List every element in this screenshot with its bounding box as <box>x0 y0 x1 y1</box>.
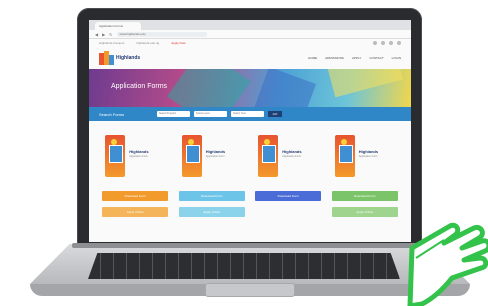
hero-decoration <box>251 69 317 107</box>
reload-icon[interactable]: ↻ <box>109 32 112 37</box>
menu-item-home[interactable]: HOME <box>308 56 317 60</box>
browser-address-bar: ◀ ▶ ↻ www.highlands.edu <box>89 30 411 39</box>
menu-item-contact[interactable]: CONTACT <box>369 56 383 60</box>
year-select[interactable]: Select Year <box>231 111 264 117</box>
form-card[interactable]: Highlands Application Form <box>181 135 242 185</box>
search-label: Search Forms <box>99 111 125 117</box>
hero-banner: Application Forms <box>89 69 411 107</box>
alert-link[interactable]: Apply Now <box>171 41 185 45</box>
social-icons <box>373 41 401 45</box>
apply-online-button[interactable]: Apply Online <box>178 207 245 217</box>
site-header: Highlands HOME ADMISSIONS APPLY CONTACT … <box>89 47 411 69</box>
social-icon[interactable] <box>373 41 377 45</box>
button-row: Apply Online Apply Online Apply Online <box>89 201 411 217</box>
hero-decoration <box>325 69 403 98</box>
download-form-button[interactable]: Download Form <box>178 191 245 201</box>
forward-icon[interactable]: ▶ <box>102 32 105 37</box>
menu-item-admissions[interactable]: ADMISSIONS <box>325 56 344 60</box>
back-icon[interactable]: ◀ <box>95 32 98 37</box>
brochure-image <box>334 135 355 177</box>
menu-item-apply[interactable]: APPLY <box>352 56 361 60</box>
card-brand: Highlands <box>358 149 379 154</box>
search-button[interactable]: GO <box>268 111 282 117</box>
brochure-image <box>258 135 279 177</box>
level-select[interactable]: Select Level <box>194 111 227 117</box>
browser-tabbar: Application Forms <box>89 20 411 30</box>
social-icon[interactable] <box>389 41 393 45</box>
social-icon[interactable] <box>397 41 401 45</box>
browser-tab[interactable]: Application Forms <box>95 22 141 30</box>
card-subtitle: Application Form <box>358 155 378 158</box>
download-form-button[interactable]: Download Form <box>102 191 169 201</box>
card-subtitle: Application Form <box>205 155 225 158</box>
card-brand: Highlands <box>129 149 149 154</box>
main-menu: HOME ADMISSIONS APPLY CONTACT LOGIN <box>308 56 401 60</box>
logo-icon[interactable] <box>99 51 114 65</box>
apply-online-button[interactable]: Apply Online <box>331 207 398 217</box>
top-strip: Highlands Campus highlands.edu.ng Apply … <box>89 39 411 47</box>
program-select[interactable]: Select Program <box>157 111 190 117</box>
form-cards: Highlands Application Form Highlands App… <box>89 121 411 185</box>
download-form-button[interactable]: Download Form <box>255 191 322 201</box>
form-card[interactable]: Highlands Application Form <box>105 135 165 185</box>
card-subtitle: Application Form <box>282 155 302 158</box>
laptop-screen: Application Forms ◀ ▶ ↻ www.highlands.ed… <box>89 20 411 242</box>
logo-text[interactable]: Highlands <box>116 55 140 61</box>
top-link[interactable]: highlands.edu.ng <box>136 41 159 45</box>
hero-title: Application Forms <box>111 83 168 90</box>
menu-item-login[interactable]: LOGIN <box>392 56 401 60</box>
apply-online-button[interactable]: Apply Online <box>102 207 169 217</box>
form-card[interactable]: Highlands Application Form <box>334 135 395 185</box>
card-brand: Highlands <box>282 149 302 154</box>
laptop-trackpad <box>205 283 295 297</box>
card-brand: Highlands <box>205 149 226 154</box>
search-bar: Search Forms Select Program Select Level… <box>89 107 411 121</box>
hand-pointer-icon <box>407 222 488 306</box>
social-icon[interactable] <box>381 41 385 45</box>
empty-slot <box>255 207 322 217</box>
brochure-image <box>181 135 202 177</box>
card-subtitle: Application Form <box>129 155 149 158</box>
url-field[interactable]: www.highlands.edu <box>116 31 207 37</box>
hero-decoration <box>167 69 251 107</box>
brochure-image <box>105 135 126 177</box>
laptop-hinge <box>72 243 428 248</box>
button-row: Download Form Download Form Download For… <box>89 185 411 201</box>
laptop-keyboard <box>88 253 400 279</box>
top-link[interactable]: Highlands Campus <box>99 41 124 45</box>
download-form-button[interactable]: Download Form <box>331 191 398 201</box>
form-card[interactable]: Highlands Application Form <box>258 135 318 185</box>
